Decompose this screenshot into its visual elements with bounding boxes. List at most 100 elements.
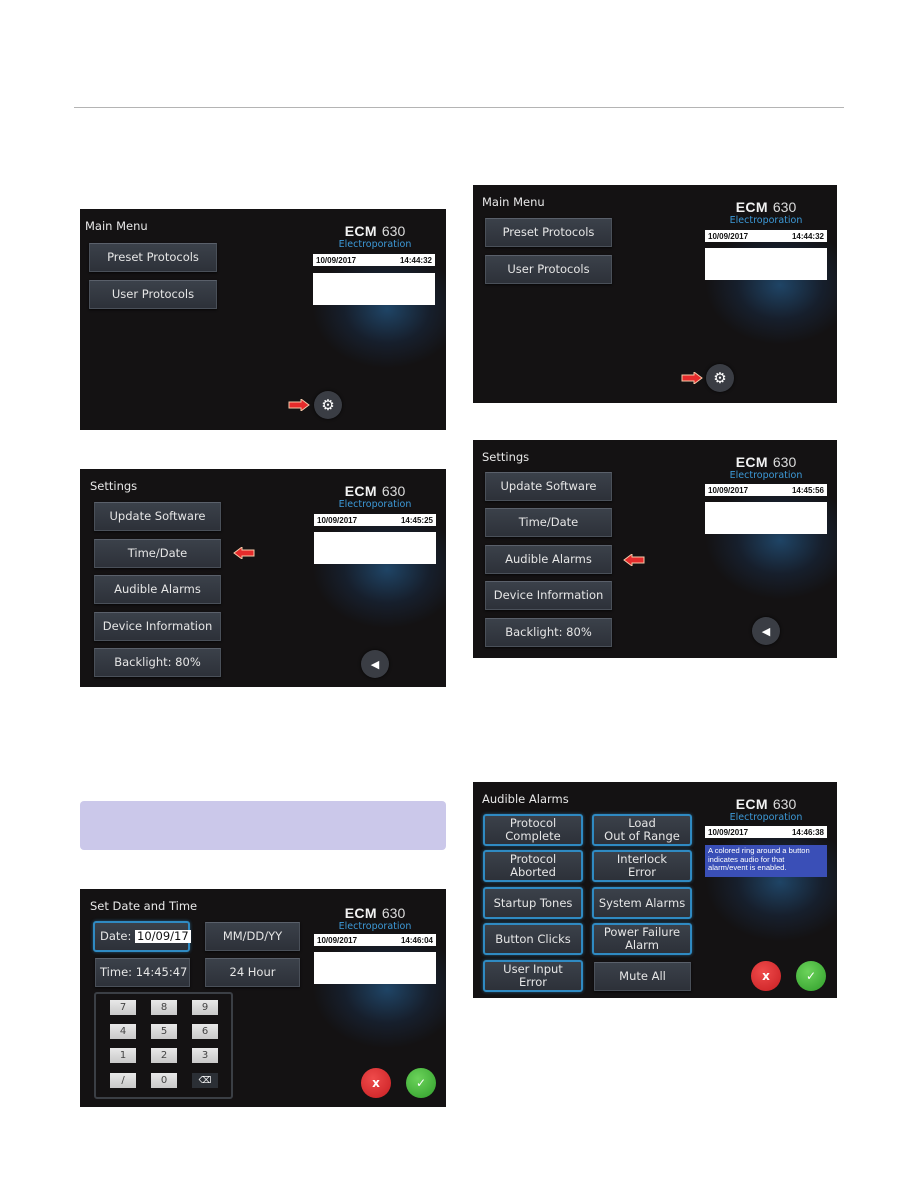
- pointer-arrow-right-icon: [288, 399, 310, 411]
- update-software-button[interactable]: Update Software: [485, 472, 612, 501]
- screen-settings-left: Settings Update Software Time/Date Audib…: [80, 469, 446, 687]
- time-value: 14:45:47: [135, 965, 188, 979]
- pointer-arrow-left-icon: [623, 554, 645, 566]
- note-box: [80, 801, 446, 850]
- key-3[interactable]: 3: [192, 1048, 218, 1063]
- screen-title: Main Menu: [85, 219, 148, 233]
- backspace-key[interactable]: ⌫: [192, 1073, 218, 1088]
- back-button[interactable]: ◀: [361, 650, 389, 678]
- protocol-aborted-button[interactable]: Protocol Aborted: [483, 850, 583, 882]
- screen-title: Settings: [90, 479, 138, 493]
- brand-logo: ECM 630 Electroporation: [729, 454, 803, 481]
- settings-button[interactable]: ⚙: [314, 391, 342, 419]
- backspace-icon: ⌫: [198, 1075, 212, 1086]
- screen-set-date-time: Set Date and Time Date: 10/09/17 Time: 1…: [80, 889, 446, 1107]
- load-out-of-range-button[interactable]: Load Out of Range: [592, 814, 692, 846]
- screen-title: Audible Alarms: [482, 792, 569, 806]
- date-time-bar: 10/09/2017 14:44:32: [705, 230, 827, 242]
- time-display: 14:45:56: [791, 485, 824, 495]
- screen-main-menu-right: Main Menu Preset Protocols User Protocol…: [473, 185, 837, 403]
- gear-icon: ⚙: [321, 396, 335, 414]
- system-alarms-button[interactable]: System Alarms: [592, 887, 692, 919]
- time-format-button[interactable]: 24 Hour: [205, 958, 300, 987]
- cancel-button[interactable]: x: [361, 1068, 391, 1098]
- confirm-button[interactable]: ✓: [796, 961, 826, 991]
- time-display: 14:44:32: [399, 255, 432, 265]
- preset-protocols-button[interactable]: Preset Protocols: [485, 218, 612, 247]
- button-clicks-button[interactable]: Button Clicks: [483, 923, 583, 955]
- info-message: A colored ring around a button indicates…: [705, 845, 827, 877]
- close-icon: x: [762, 969, 770, 983]
- key-slash[interactable]: /: [110, 1073, 136, 1088]
- date-display: 10/09/2017: [317, 515, 358, 525]
- brand-logo: ECM 630 Electroporation: [338, 483, 412, 510]
- backlight-button[interactable]: Backlight: 80%: [485, 618, 612, 647]
- screen-audible-alarms: Audible Alarms Protocol Complete Protoco…: [473, 782, 837, 998]
- message-box: [705, 248, 827, 280]
- date-display: 10/09/2017: [317, 935, 358, 945]
- device-information-button[interactable]: Device Information: [94, 612, 221, 641]
- time-display: 14:46:04: [400, 935, 433, 945]
- check-icon: ✓: [415, 1076, 427, 1090]
- key-6[interactable]: 6: [192, 1024, 218, 1039]
- date-label: Date:: [100, 929, 132, 943]
- protocol-complete-button[interactable]: Protocol Complete: [483, 814, 583, 846]
- interlock-error-button[interactable]: Interlock Error: [592, 850, 692, 882]
- date-time-bar: 10/09/2017 14:46:04: [314, 934, 436, 946]
- back-arrow-icon: ◀: [370, 657, 380, 671]
- backlight-button[interactable]: Backlight: 80%: [94, 648, 221, 677]
- time-date-button[interactable]: Time/Date: [485, 508, 612, 537]
- date-format-button[interactable]: MM/DD/YY: [205, 922, 300, 951]
- date-time-bar: 10/09/2017 14:46:38: [705, 826, 827, 838]
- back-arrow-icon: ◀: [761, 624, 771, 638]
- message-box: [314, 532, 436, 564]
- time-field-button[interactable]: Time: 14:45:47: [95, 958, 190, 987]
- date-display: 10/09/2017: [708, 827, 749, 837]
- header-rule: [74, 107, 844, 108]
- user-input-error-button[interactable]: User Input Error: [483, 960, 583, 992]
- user-protocols-button[interactable]: User Protocols: [89, 280, 217, 309]
- user-protocols-button[interactable]: User Protocols: [485, 255, 612, 284]
- key-1[interactable]: 1: [110, 1048, 136, 1063]
- message-box: [705, 502, 827, 534]
- key-4[interactable]: 4: [110, 1024, 136, 1039]
- brand-logo: ECM 630 Electroporation: [338, 223, 412, 250]
- startup-tones-button[interactable]: Startup Tones: [483, 887, 583, 919]
- preset-protocols-button[interactable]: Preset Protocols: [89, 243, 217, 272]
- key-9[interactable]: 9: [192, 1000, 218, 1015]
- cancel-button[interactable]: x: [751, 961, 781, 991]
- confirm-button[interactable]: ✓: [406, 1068, 436, 1098]
- brand-logo: ECM 630 Electroporation: [338, 905, 412, 932]
- time-date-button[interactable]: Time/Date: [94, 539, 221, 568]
- check-icon: ✓: [805, 969, 817, 983]
- screen-main-menu-left: Main Menu Preset Protocols User Protocol…: [80, 209, 446, 430]
- pointer-arrow-right-icon: [681, 372, 703, 384]
- time-display: 14:44:32: [791, 231, 824, 241]
- time-display: 14:45:25: [400, 515, 433, 525]
- date-time-bar: 10/09/2017 14:44:32: [313, 254, 435, 266]
- device-information-button[interactable]: Device Information: [485, 581, 612, 610]
- key-0[interactable]: 0: [151, 1073, 177, 1088]
- power-failure-alarm-button[interactable]: Power Failure Alarm: [592, 923, 692, 955]
- audible-alarms-button[interactable]: Audible Alarms: [485, 545, 612, 574]
- gear-icon: ⚙: [713, 369, 727, 387]
- screen-settings-right: Settings Update Software Time/Date Audib…: [473, 440, 837, 658]
- date-display: 10/09/2017: [316, 255, 357, 265]
- key-2[interactable]: 2: [151, 1048, 177, 1063]
- audible-alarms-button[interactable]: Audible Alarms: [94, 575, 221, 604]
- update-software-button[interactable]: Update Software: [94, 502, 221, 531]
- mute-all-button[interactable]: Mute All: [594, 962, 691, 991]
- date-input[interactable]: 10/09/17: [135, 930, 191, 943]
- key-5[interactable]: 5: [151, 1024, 177, 1039]
- time-display: 14:46:38: [791, 827, 824, 837]
- screen-title: Set Date and Time: [90, 899, 198, 913]
- key-8[interactable]: 8: [151, 1000, 177, 1015]
- numeric-keypad: 7 8 9 4 5 6 1 2 3 / 0 ⌫: [94, 992, 233, 1099]
- date-time-bar: 10/09/2017 14:45:56: [705, 484, 827, 496]
- key-7[interactable]: 7: [110, 1000, 136, 1015]
- brand-logo: ECM 630 Electroporation: [729, 199, 803, 226]
- settings-button[interactable]: ⚙: [706, 364, 734, 392]
- date-field-button[interactable]: Date: 10/09/17: [93, 921, 191, 952]
- date-display: 10/09/2017: [708, 485, 749, 495]
- back-button[interactable]: ◀: [752, 617, 780, 645]
